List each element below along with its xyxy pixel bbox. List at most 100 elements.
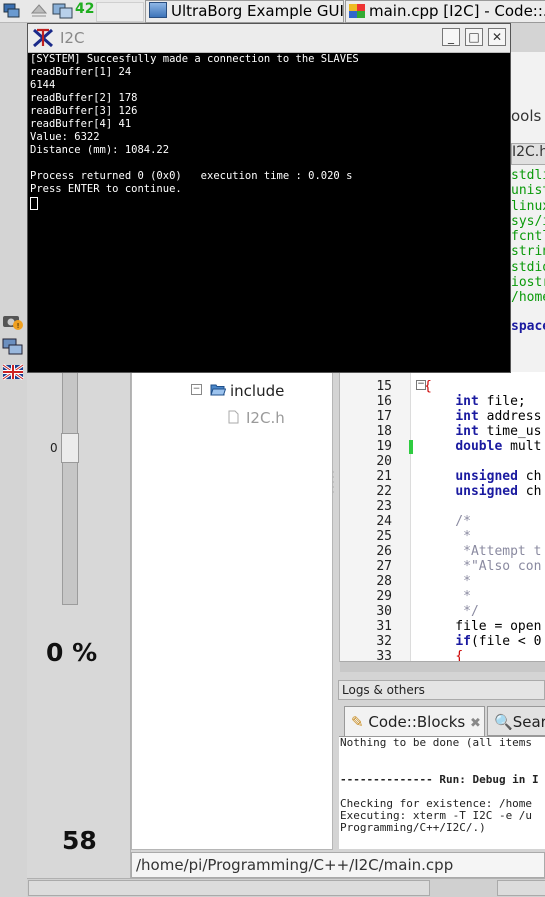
- eject-icon[interactable]: [30, 2, 48, 19]
- namespace-fragment: space: [511, 319, 545, 334]
- include-fragment: stdli: [511, 168, 545, 183]
- terminal-titlebar[interactable]: I2C _ □ ✕: [28, 24, 510, 53]
- desktop-switch-icon[interactable]: [52, 2, 74, 19]
- search-icon: 🔍: [494, 713, 513, 731]
- camera-warning-icon[interactable]: !: [2, 312, 24, 330]
- code-text: double mult: [455, 439, 542, 454]
- task-ultraborg[interactable]: UltraBorg Example GUI: [145, 0, 344, 23]
- code-text: if(file < 0: [455, 634, 542, 649]
- terminal-line: [SYSTEM] Succesfully made a connection t…: [30, 53, 359, 65]
- fold-icon[interactable]: −: [416, 380, 426, 390]
- terminal-output[interactable]: [SYSTEM] Succesfully made a connection t…: [30, 53, 508, 371]
- motor-slider-track[interactable]: [62, 372, 78, 605]
- line-number: 18: [376, 424, 392, 439]
- percent-label: 0 %: [46, 638, 98, 667]
- include-fragment: /home: [511, 290, 545, 306]
- motor-slider-thumb[interactable]: [61, 433, 79, 463]
- svg-text:!: !: [17, 322, 20, 330]
- close-tab-icon[interactable]: ✖: [470, 716, 481, 731]
- line-number: 19: [376, 439, 392, 454]
- tree-item-include[interactable]: include: [230, 382, 284, 400]
- line-number: 22: [376, 484, 392, 499]
- minimize-button[interactable]: _: [442, 28, 460, 46]
- include-fragment: fcntl: [511, 229, 545, 245]
- terminal-line: Press ENTER to continue.: [30, 183, 182, 196]
- network-icon[interactable]: [2, 338, 24, 356]
- code-text: *: [424, 574, 471, 589]
- editor-tab-label: I2C.h: [512, 144, 545, 160]
- project-tree: [131, 372, 333, 850]
- include-list-fragment: stdli unist linux sys/i fcntl strin stdi…: [511, 168, 545, 306]
- code-text: int address: [455, 409, 542, 424]
- task-codeblocks[interactable]: main.cpp [I2C] - Code::...: [345, 0, 545, 23]
- code-text: *: [424, 529, 471, 544]
- line-number: 25: [376, 529, 392, 544]
- code-text: /*: [424, 514, 471, 529]
- line-number: 16: [376, 394, 392, 409]
- file-path-status: /home/pi/Programming/C++/I2C/main.cpp: [131, 852, 545, 878]
- terminal-line: readBuffer[4] 41: [30, 118, 132, 131]
- line-number: 17: [376, 409, 392, 424]
- code-text: unsigned ch: [455, 484, 542, 499]
- log-line: Nothing to be done (all items: [340, 736, 533, 749]
- line-number: 30: [376, 604, 392, 619]
- editor-tab-i2c[interactable]: I2C.h: [511, 143, 545, 165]
- ultraborg-panel: [27, 372, 131, 878]
- bottom-tab[interactable]: [497, 880, 545, 896]
- code-text: unsigned ch: [455, 469, 542, 484]
- terminal-line: readBuffer[1] 24: [30, 66, 132, 79]
- menu-tools[interactable]: ools: [511, 107, 541, 125]
- menu-icon[interactable]: [3, 2, 21, 19]
- terminal-title: I2C: [60, 29, 85, 47]
- code-text: file = open: [424, 619, 542, 634]
- log-line: Programming/C++/I2C/.): [340, 821, 486, 835]
- build-log: Nothing to be done (all items ----------…: [339, 736, 545, 849]
- include-fragment: linux: [511, 198, 545, 214]
- terminal-line: readBuffer[2] 178: [30, 92, 138, 105]
- maximize-button[interactable]: □: [465, 28, 483, 46]
- terminal-window[interactable]: I2C _ □ ✕ [SYSTEM] Succesfully made a co…: [27, 23, 511, 373]
- editor-horizontal-scrollbar[interactable]: [340, 661, 545, 672]
- code-text: *"Also con: [424, 559, 542, 574]
- line-number: 24: [376, 514, 392, 529]
- collapse-icon[interactable]: −: [191, 384, 202, 395]
- line-number: 20: [376, 454, 392, 469]
- line-number: 15: [376, 379, 392, 394]
- cpu-monitor-graph: [96, 2, 144, 22]
- logs-tab-label: Code::Blocks: [368, 713, 466, 731]
- terminal-line: Process returned 0 (0x0) execution time …: [30, 170, 353, 183]
- code-editor[interactable]: 15{16 int file; 17 int address 18 int time…: [339, 372, 545, 662]
- logs-panel-title: Logs & others: [338, 680, 545, 700]
- terminal-line: Distance (mm): 1084.22: [30, 144, 170, 157]
- codeblocks-icon: [349, 4, 365, 18]
- note-icon: ✎: [351, 713, 364, 731]
- uk-flag-icon[interactable]: [2, 363, 24, 381]
- bottom-tab[interactable]: [28, 880, 430, 896]
- line-number: 26: [376, 544, 392, 559]
- code-text: *: [424, 589, 471, 604]
- terminal-line: 6144: [30, 79, 56, 92]
- logs-tab-search[interactable]: 🔍Search: [487, 706, 545, 736]
- logs-tab-codeblocks[interactable]: ✎ Code::Blocks ✖: [344, 706, 485, 736]
- tree-item-i2c-h[interactable]: I2C.h: [246, 409, 285, 427]
- count-label: 58: [62, 826, 97, 855]
- include-fragment: strin: [511, 244, 545, 260]
- code-text: int time_us: [455, 424, 542, 439]
- code-text: int file;: [455, 394, 526, 409]
- code-text: */: [424, 604, 479, 619]
- include-fragment: sys/i: [511, 213, 545, 229]
- open-folder-icon: [210, 384, 226, 396]
- window-icon: [149, 2, 167, 18]
- file-icon: [228, 410, 239, 424]
- close-button[interactable]: ✕: [488, 28, 506, 46]
- code-text: *Attempt t: [424, 544, 542, 559]
- include-fragment: iostr: [511, 275, 545, 291]
- terminal-cursor: [30, 196, 38, 210]
- splitter-handle[interactable]: · · · · ·: [332, 469, 336, 500]
- terminal-line: Value: 6322: [30, 131, 100, 144]
- line-number: 31: [376, 619, 392, 634]
- line-number: 29: [376, 589, 392, 604]
- slider-value-label: 0: [50, 441, 58, 455]
